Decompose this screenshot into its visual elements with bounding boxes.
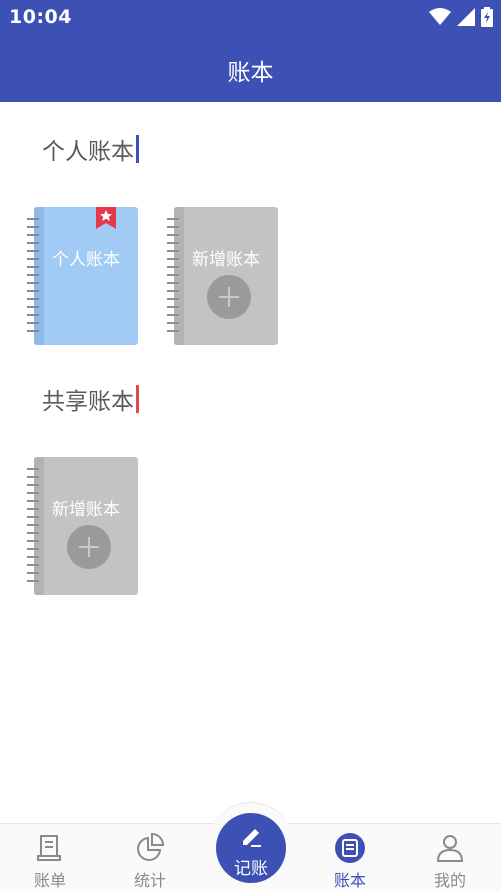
personal-ledger-book[interactable]: 个人账本 [27,207,138,345]
title-accent-bar [136,135,139,163]
signal-icon [457,8,475,26]
status-icons [429,7,493,27]
user-icon [436,835,464,862]
book-label: 新增账本 [52,500,120,520]
shared-section-label: 共享账本 [42,389,134,415]
nav-label: 我的 [433,871,466,890]
add-personal-ledger-button[interactable]: 新增账本 [167,207,278,345]
title-accent-bar [136,385,139,413]
spiral-binding-icon [27,218,39,332]
battery-icon [481,7,493,27]
nav-stats[interactable]: 统计 [100,824,200,892]
nav-label: 账本 [333,871,366,890]
personal-section-label: 个人账本 [42,139,134,165]
shared-section-title: 共享账本 [42,382,139,416]
nav-bill[interactable]: 账单 [0,824,100,892]
nav-mine[interactable]: 我的 [400,824,500,892]
spiral-binding-icon [27,468,39,582]
nav-label: 统计 [133,871,166,890]
plus-icon [207,275,251,319]
personal-section-title: 个人账本 [42,132,139,166]
nav-ledger[interactable]: 账本 [300,824,400,892]
bill-icon [37,835,61,861]
book-label: 个人账本 [52,250,120,270]
record-entry-label: 记账 [234,859,268,879]
status-time: 10:04 [9,6,72,28]
wifi-icon [429,8,451,25]
record-entry-button[interactable]: 记账 [216,813,286,883]
bookmark-star-icon [96,207,116,229]
pie-chart-icon [137,832,165,861]
nav-label: 账单 [33,871,66,890]
ledger-icon [335,833,365,863]
status-bar: 10:04 [0,0,501,34]
book-label: 新增账本 [192,250,260,270]
plus-icon [67,525,111,569]
spiral-binding-icon [167,218,179,332]
app-bar: 账本 [0,34,501,102]
add-shared-ledger-button[interactable]: 新增账本 [27,457,138,595]
page-title: 账本 [227,60,274,86]
edit-icon [243,829,261,847]
